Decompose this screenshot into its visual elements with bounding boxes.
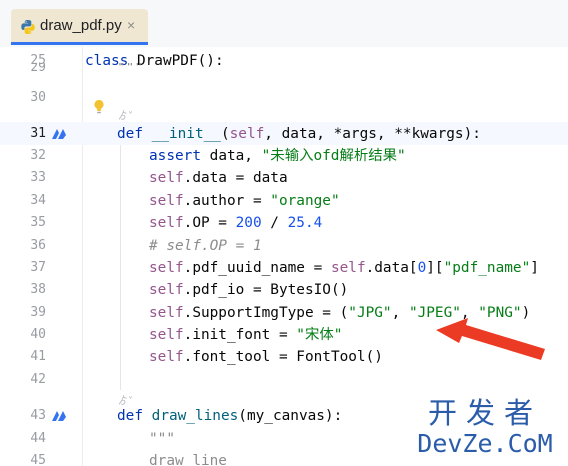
watermark-top: 开发者: [427, 396, 542, 430]
watermark-bottom: DevZe.CoM: [417, 429, 553, 458]
watermark: 开发者 DevZe.CoM: [410, 397, 560, 459]
